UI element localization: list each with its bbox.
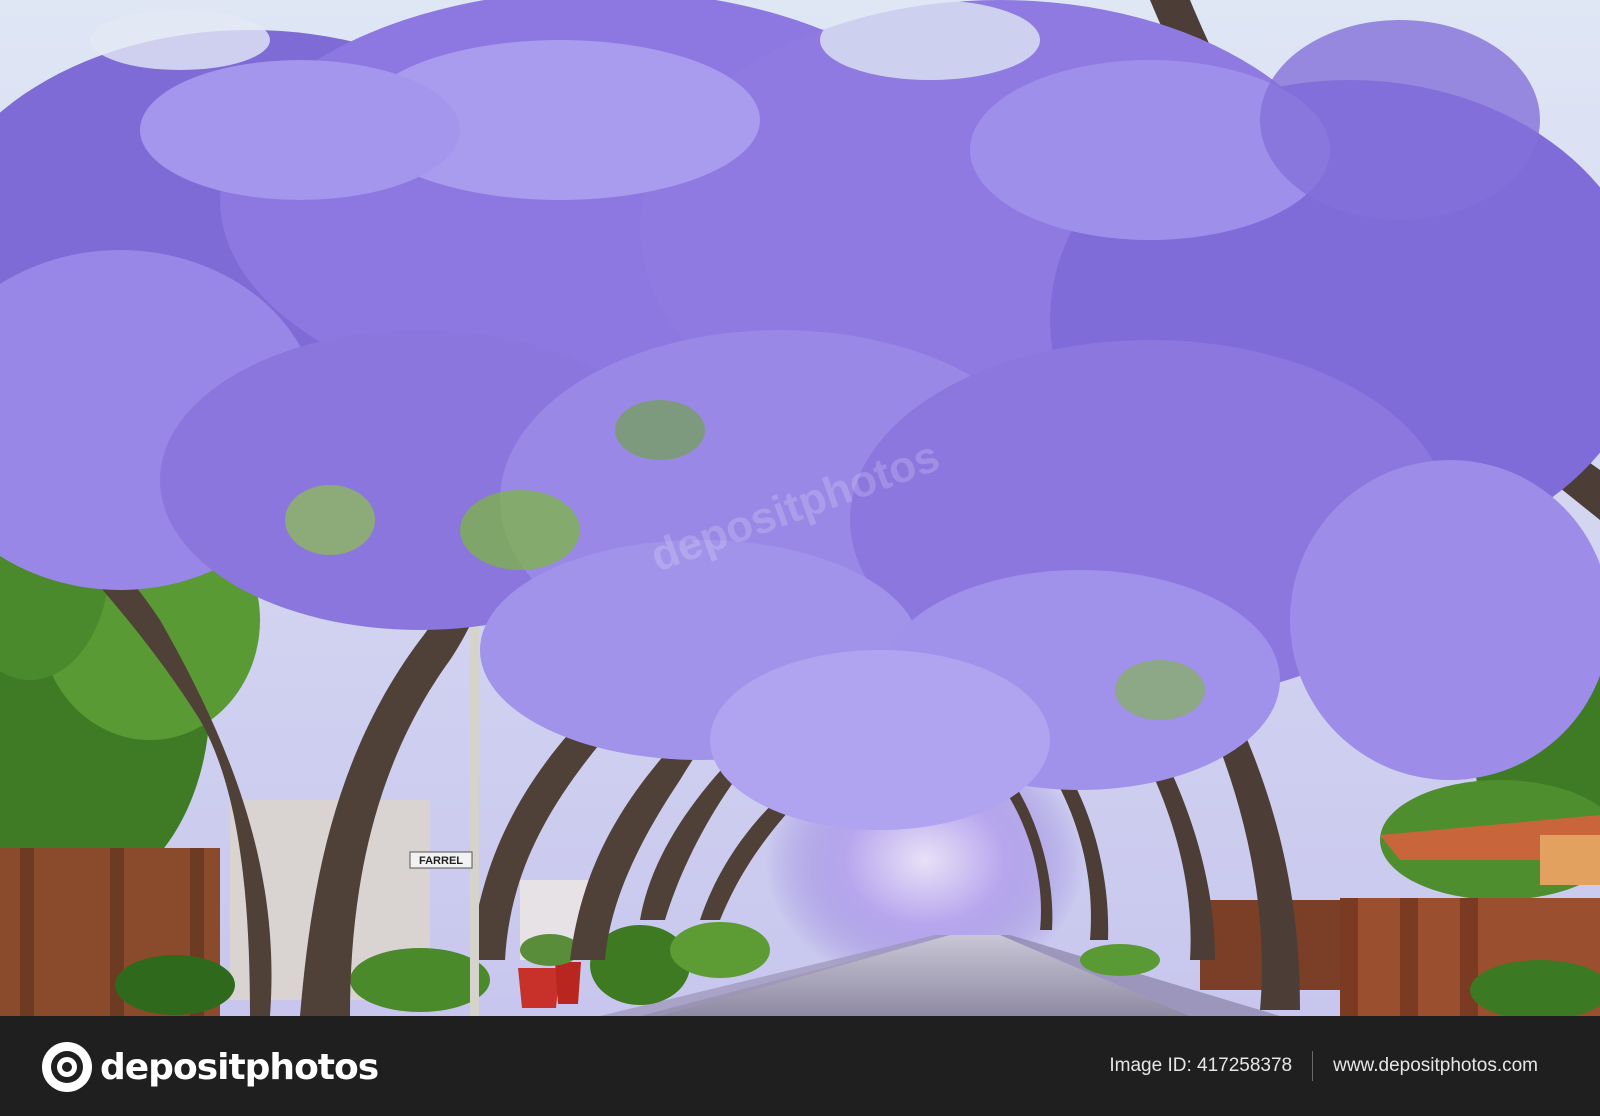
image-meta: Image ID: 417258378 www.depositphotos.co… — [1109, 1016, 1538, 1116]
jacaranda-street-photo: FARREL depositphotos — [0, 0, 1600, 1016]
footer-bar: depositphotos Image ID: 417258378 www.de… — [0, 1016, 1600, 1116]
street-sign: FARREL — [409, 851, 473, 869]
right-house-wall — [1540, 835, 1600, 885]
meta-divider — [1312, 1051, 1314, 1081]
logo-text: depositphotos — [100, 1046, 379, 1088]
street-sign-label: FARREL — [419, 855, 463, 867]
red-flower-pots — [518, 934, 581, 1008]
depositphotos-logo[interactable]: depositphotos — [40, 1040, 379, 1094]
camera-lens-icon — [42, 1042, 92, 1092]
website-link[interactable]: www.depositphotos.com — [1333, 1055, 1538, 1077]
image-id: Image ID: 417258378 — [1109, 1055, 1293, 1076]
